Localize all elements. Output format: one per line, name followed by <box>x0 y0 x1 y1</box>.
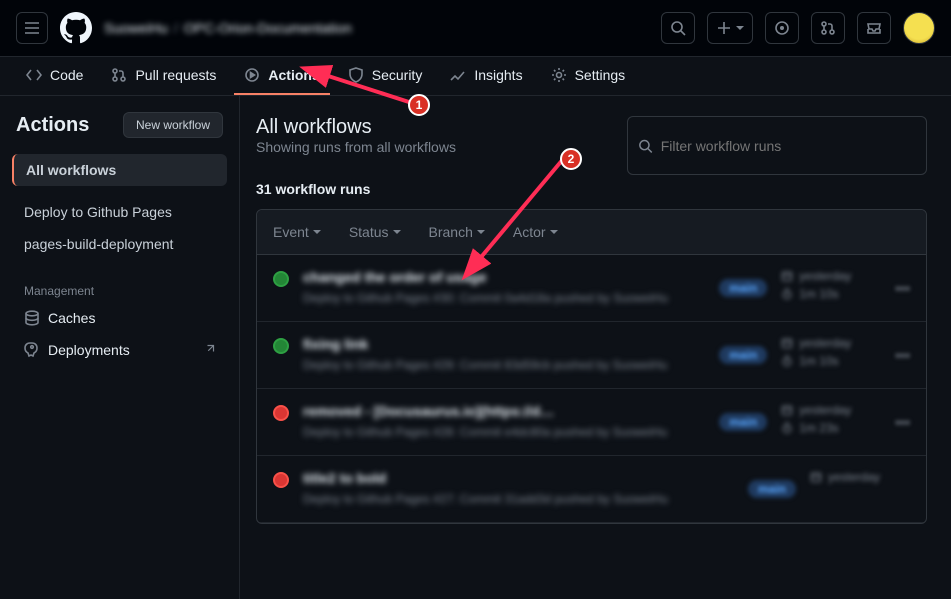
stopwatch-icon <box>781 355 793 367</box>
main: All workflows Showing runs from all work… <box>240 96 951 599</box>
status-fail-icon <box>273 472 289 488</box>
breadcrumb-repo[interactable]: OPC-Orion-Documentation <box>184 20 352 36</box>
search-button[interactable] <box>661 12 695 44</box>
run-count: 31 workflow runs <box>256 181 927 197</box>
run-row[interactable]: removed - [Docusaurus.io](https://d… Dep… <box>257 389 926 456</box>
run-title[interactable]: title2 to bold <box>303 470 734 486</box>
filter-event[interactable]: Event <box>273 224 321 240</box>
run-subtitle: Deploy to Github Pages #27: Commit 31add… <box>303 490 734 508</box>
search-icon <box>638 138 653 154</box>
pull-requests-button[interactable] <box>811 12 845 44</box>
filter-search[interactable] <box>627 116 927 175</box>
sidebar-item-caches[interactable]: Caches <box>12 302 227 334</box>
new-workflow-button[interactable]: New workflow <box>123 112 223 138</box>
filter-input[interactable] <box>661 138 916 154</box>
stopwatch-icon <box>781 288 793 300</box>
page-subtitle: Showing runs from all workflows <box>256 139 456 155</box>
breadcrumb-owner[interactable]: SuoweiHu <box>104 20 168 36</box>
run-title[interactable]: removed - [Docusaurus.io](https://d… <box>303 403 705 419</box>
run-subtitle: Deploy to Github Pages #29: Commit 83d59… <box>303 356 705 374</box>
sidebar: Actions New workflow All workflows Deplo… <box>0 96 240 599</box>
run-meta: yesterday 1m 10s <box>781 336 881 372</box>
pull-request-icon <box>111 67 127 83</box>
filter-bar: Event Status Branch Actor <box>257 210 926 255</box>
database-icon <box>24 310 40 326</box>
caret-down-icon <box>736 26 744 30</box>
sidebar-title: Actions <box>16 114 89 137</box>
search-icon <box>670 20 686 36</box>
calendar-icon <box>781 337 793 349</box>
branch-badge[interactable]: main <box>719 346 767 364</box>
rocket-icon <box>24 342 40 358</box>
tab-insights[interactable]: Insights <box>440 57 532 95</box>
run-row[interactable]: title2 to bold Deploy to Github Pages #2… <box>257 456 926 523</box>
graph-icon <box>450 67 466 83</box>
issue-icon <box>774 20 790 36</box>
breadcrumb: SuoweiHu / OPC-Orion-Documentation <box>104 20 352 36</box>
filter-actor[interactable]: Actor <box>513 224 558 240</box>
global-header: SuoweiHu / OPC-Orion-Documentation <box>0 0 951 57</box>
run-meta: yesterday 1m 23s <box>781 403 881 439</box>
sidebar-item-wf2[interactable]: pages-build-deployment <box>12 228 227 260</box>
calendar-icon <box>810 471 822 483</box>
run-menu-button[interactable]: ••• <box>895 414 910 430</box>
caret-down-icon <box>477 230 485 234</box>
shield-icon <box>348 67 364 83</box>
page-title: All workflows <box>256 116 456 139</box>
avatar[interactable] <box>903 12 935 44</box>
tab-actions[interactable]: Actions <box>234 57 329 95</box>
caret-down-icon <box>550 230 558 234</box>
status-success-icon <box>273 338 289 354</box>
tab-security[interactable]: Security <box>338 57 433 95</box>
issues-button[interactable] <box>765 12 799 44</box>
status-success-icon <box>273 271 289 287</box>
plus-icon <box>716 20 732 36</box>
play-icon <box>244 67 260 83</box>
pull-request-icon <box>820 20 836 36</box>
github-logo-icon[interactable] <box>60 12 92 44</box>
hamburger-button[interactable] <box>16 12 48 44</box>
run-row[interactable]: changed the order of usage Deploy to Git… <box>257 255 926 322</box>
gear-icon <box>551 67 567 83</box>
sidebar-item-wf1[interactable]: Deploy to Github Pages <box>12 196 227 228</box>
run-subtitle: Deploy to Github Pages #28: Commit e4dc8… <box>303 423 705 441</box>
calendar-icon <box>781 404 793 416</box>
caret-down-icon <box>313 230 321 234</box>
sidebar-item-deployments[interactable]: Deployments <box>12 334 227 366</box>
run-subtitle: Deploy to Github Pages #30: Commit 0a4d1… <box>303 289 705 307</box>
inbox-button[interactable] <box>857 12 891 44</box>
inbox-icon <box>866 20 882 36</box>
tab-pulls[interactable]: Pull requests <box>101 57 226 95</box>
external-link-icon <box>203 344 215 356</box>
run-meta: yesterday 1m 10s <box>781 269 881 305</box>
filter-branch[interactable]: Branch <box>429 224 485 240</box>
run-menu-button[interactable]: ••• <box>895 347 910 363</box>
repo-nav: Code Pull requests Actions Security Insi… <box>0 57 951 96</box>
run-meta: yesterday <box>810 470 910 488</box>
calendar-icon <box>781 270 793 282</box>
sidebar-item-all-workflows[interactable]: All workflows <box>12 154 227 186</box>
tab-code[interactable]: Code <box>16 57 93 95</box>
hamburger-icon <box>24 20 40 36</box>
filter-status[interactable]: Status <box>349 224 401 240</box>
run-row[interactable]: fixing link Deploy to Github Pages #29: … <box>257 322 926 389</box>
run-list: Event Status Branch Actor changed the or… <box>256 209 927 524</box>
caret-down-icon <box>393 230 401 234</box>
branch-badge[interactable]: main <box>719 279 767 297</box>
run-title[interactable]: fixing link <box>303 336 705 352</box>
run-title[interactable]: changed the order of usage <box>303 269 705 285</box>
run-menu-button[interactable]: ••• <box>895 280 910 296</box>
sidebar-group-management: Management <box>12 276 227 302</box>
breadcrumb-sep: / <box>174 20 178 36</box>
branch-badge[interactable]: main <box>719 413 767 431</box>
status-fail-icon <box>273 405 289 421</box>
branch-badge[interactable]: main <box>748 480 796 498</box>
add-button[interactable] <box>707 12 753 44</box>
stopwatch-icon <box>781 422 793 434</box>
code-icon <box>26 67 42 83</box>
tab-settings[interactable]: Settings <box>541 57 636 95</box>
